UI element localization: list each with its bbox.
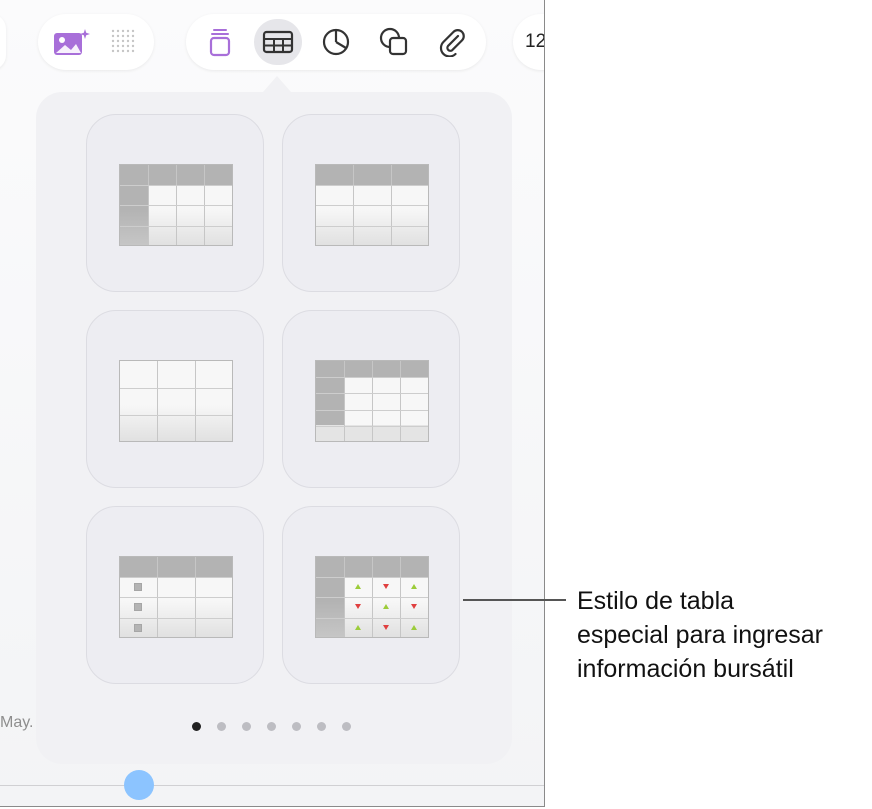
- stock-down-icon: [411, 604, 417, 609]
- stock-up-icon: [411, 584, 417, 589]
- background-month-label: May.: [0, 714, 34, 731]
- toolbar-media-group: [38, 14, 154, 70]
- callout-line-2: especial para ingresar: [577, 621, 823, 649]
- background-divider: [0, 785, 544, 786]
- text-box-button[interactable]: [196, 19, 244, 65]
- page-indicator[interactable]: [192, 722, 351, 731]
- table-style-header-row[interactable]: [282, 114, 460, 292]
- popover-arrow: [263, 76, 291, 92]
- page-dot[interactable]: [242, 722, 251, 731]
- photo-sparkle-icon[interactable]: [52, 26, 92, 58]
- slider-knob[interactable]: [124, 770, 154, 800]
- stock-up-icon: [383, 604, 389, 609]
- table-preview: [119, 556, 233, 638]
- stock-up-icon: [355, 625, 361, 630]
- stock-up-icon: [355, 584, 361, 589]
- table-icon: [262, 30, 294, 54]
- table-style-stock[interactable]: [282, 506, 460, 684]
- shapes-button[interactable]: [370, 19, 418, 65]
- table-preview: [315, 556, 429, 638]
- stock-down-icon: [383, 584, 389, 589]
- page-dot[interactable]: [342, 722, 351, 731]
- table-button[interactable]: [254, 19, 302, 65]
- callout-line-3: información bursátil: [577, 655, 794, 683]
- checkbox-icon: [134, 603, 142, 611]
- table-preview: [315, 164, 429, 246]
- checkbox-icon: [134, 583, 142, 591]
- page-dot[interactable]: [292, 722, 301, 731]
- table-preview: [119, 164, 233, 246]
- table-style-popover: [36, 92, 512, 764]
- table-style-checklist[interactable]: [86, 506, 264, 684]
- dot-grid-icon[interactable]: [110, 28, 138, 56]
- stock-down-icon: [355, 604, 361, 609]
- checkbox-icon: [134, 624, 142, 632]
- stock-up-icon: [411, 625, 417, 630]
- table-style-header-row-column-footer[interactable]: [282, 310, 460, 488]
- shapes-icon: [379, 27, 408, 56]
- page-dot[interactable]: [217, 722, 226, 731]
- table-preview: [119, 360, 233, 442]
- table-style-header-row-and-column[interactable]: [86, 114, 264, 292]
- page-dot[interactable]: [317, 722, 326, 731]
- callout-text: Estilo de tabla especial para ingresar i…: [577, 584, 869, 686]
- callout-line: [463, 599, 566, 601]
- table-style-plain[interactable]: [86, 310, 264, 488]
- text-box-icon: [209, 29, 231, 57]
- toolbar-insert-group: [186, 14, 486, 70]
- pie-chart-icon: [322, 28, 350, 56]
- stock-down-icon: [383, 625, 389, 630]
- zoom-level-label[interactable]: 12: [525, 31, 544, 53]
- media-attach-button[interactable]: [428, 19, 476, 65]
- app-window: 12 May.: [0, 0, 545, 807]
- chart-button[interactable]: [312, 19, 360, 65]
- callout-line-1: Estilo de tabla: [577, 587, 735, 615]
- paperclip-icon: [439, 29, 465, 57]
- page-dot[interactable]: [192, 722, 201, 731]
- page-dot[interactable]: [267, 722, 276, 731]
- table-preview: [315, 360, 429, 442]
